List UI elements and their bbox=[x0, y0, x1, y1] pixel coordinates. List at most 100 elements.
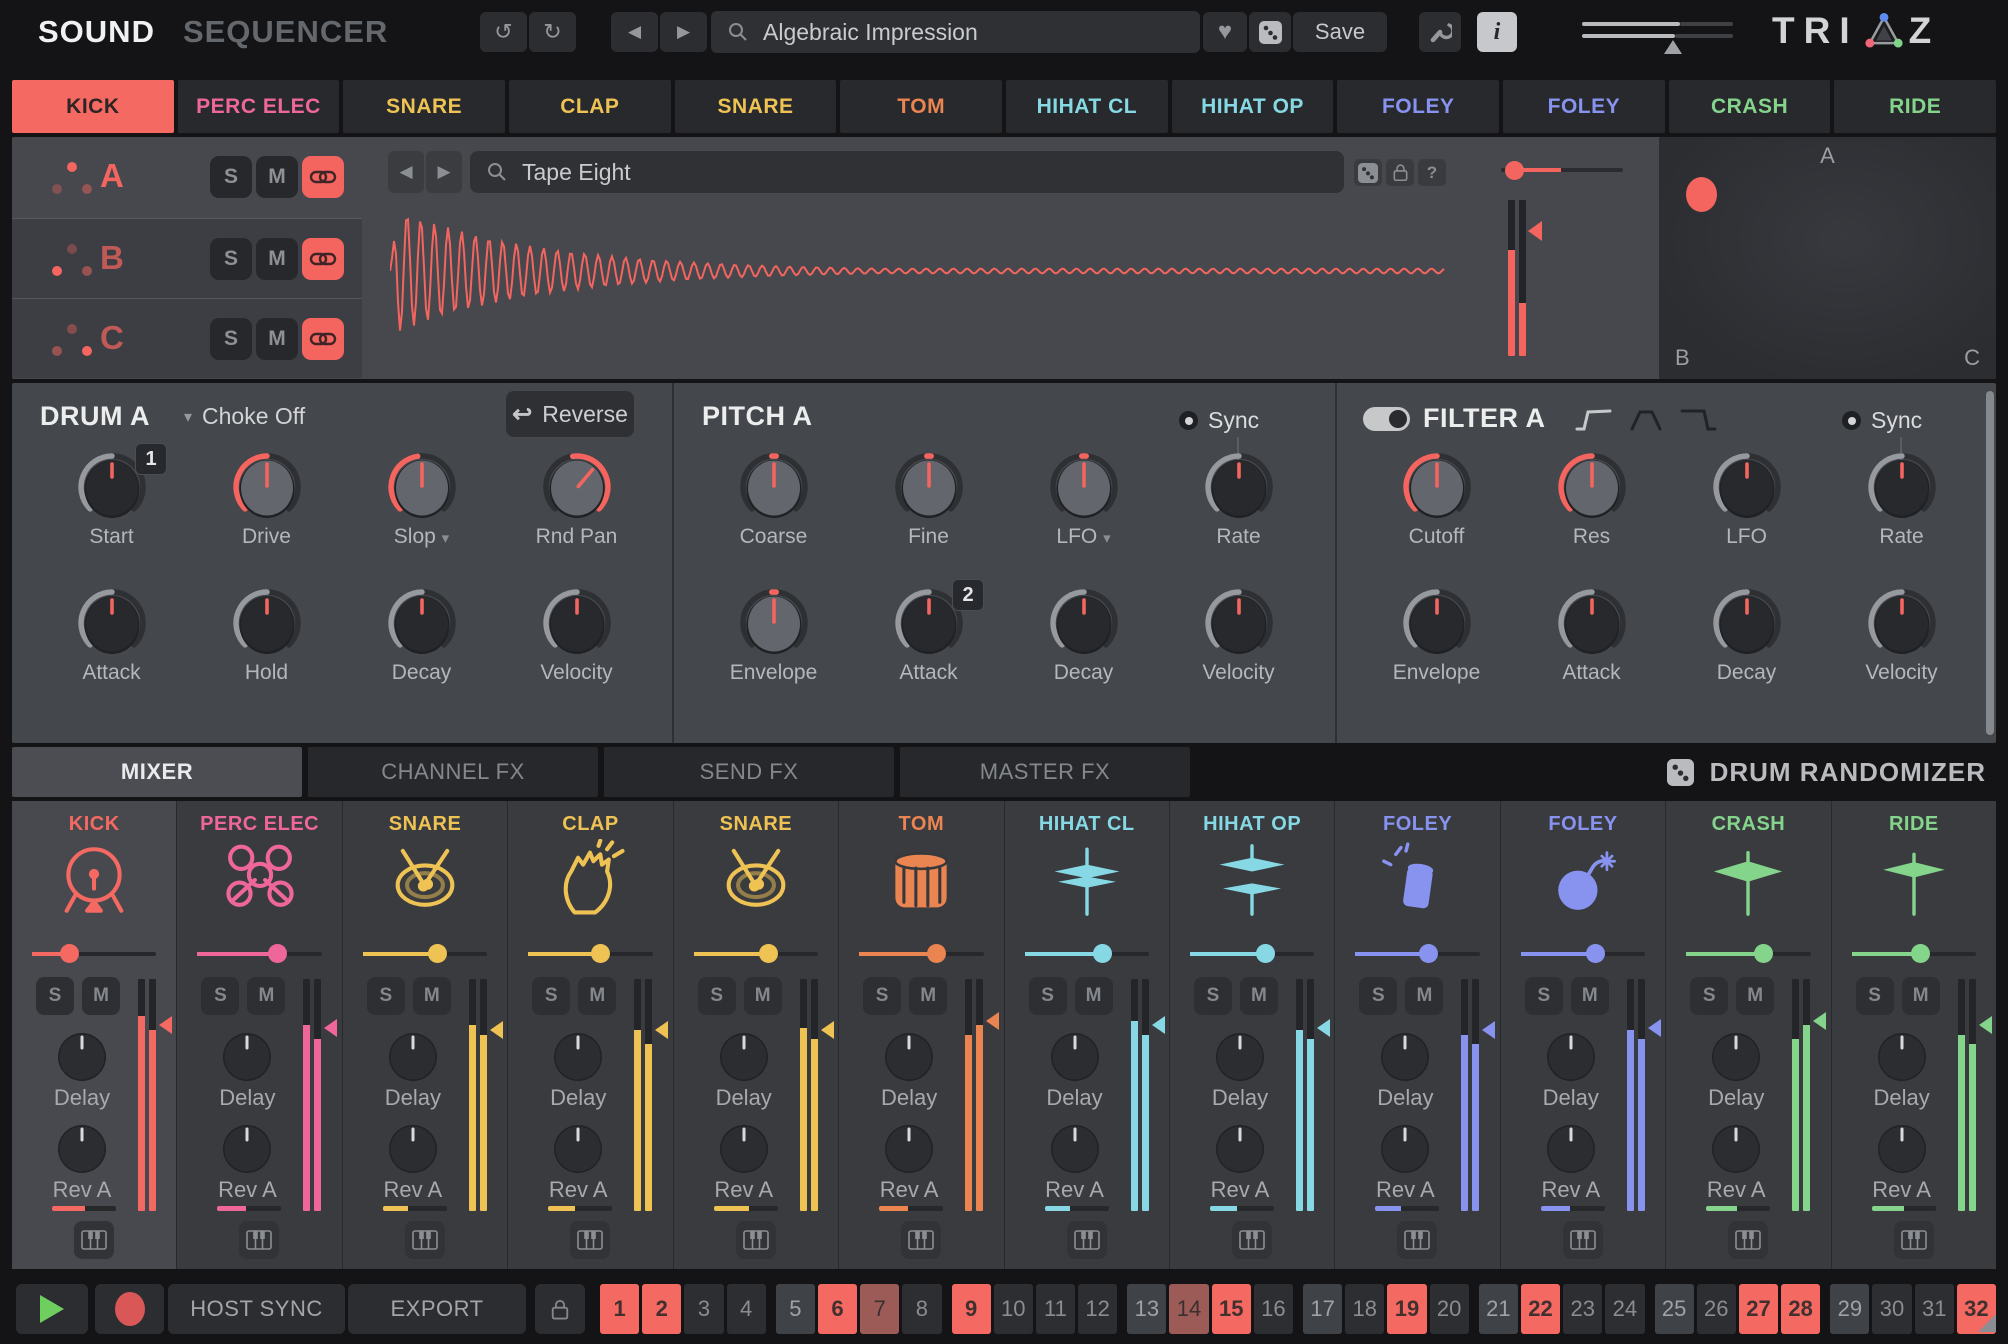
knob-lfo[interactable]: LFO ▾ bbox=[1006, 445, 1161, 579]
mixer-strip-snare-4[interactable]: SNARE S M Delay Rev A bbox=[674, 801, 839, 1269]
tab-master-fx[interactable]: MASTER FX bbox=[900, 747, 1190, 797]
step-22[interactable]: 22 bbox=[1521, 1284, 1560, 1334]
channel-keyboard-button[interactable] bbox=[239, 1221, 279, 1259]
channel-mute-button[interactable]: M bbox=[1736, 977, 1774, 1015]
info-button[interactable]: i bbox=[1477, 12, 1517, 52]
sample-prev-button[interactable]: ◀ bbox=[388, 151, 424, 193]
layer-C-mute-button[interactable]: M bbox=[256, 318, 298, 360]
step-26[interactable]: 26 bbox=[1697, 1284, 1736, 1334]
channel-solo-button[interactable]: S bbox=[367, 977, 405, 1015]
channel-volume-slider[interactable] bbox=[197, 944, 321, 963]
layer-B-solo-button[interactable]: S bbox=[210, 238, 252, 280]
sample-search-input[interactable] bbox=[520, 158, 1253, 187]
knob-velocity[interactable]: Velocity bbox=[1161, 581, 1316, 715]
step-17[interactable]: 17 bbox=[1303, 1284, 1342, 1334]
meter-marker[interactable] bbox=[159, 1016, 172, 1034]
channel-keyboard-button[interactable] bbox=[1563, 1221, 1603, 1259]
drum-randomizer-button[interactable]: DRUM RANDOMIZER bbox=[1667, 747, 1986, 797]
channel-keyboard-button[interactable] bbox=[570, 1221, 610, 1259]
layer-blend-xy-pad[interactable]: A B C bbox=[1659, 137, 1996, 379]
channel-keyboard-button[interactable] bbox=[1894, 1221, 1934, 1259]
play-button[interactable] bbox=[16, 1284, 88, 1334]
step-1[interactable]: 1 bbox=[600, 1284, 639, 1334]
channel-delay-knob[interactable] bbox=[718, 1031, 770, 1088]
preset-prev-button[interactable]: ◀ bbox=[611, 12, 658, 52]
layer-row-B[interactable]: B S M bbox=[12, 218, 362, 298]
knob-start[interactable]: 1 Start bbox=[34, 445, 189, 579]
slider-handle[interactable] bbox=[1754, 944, 1773, 963]
slider-handle[interactable] bbox=[927, 944, 946, 963]
channel-keyboard-button[interactable] bbox=[1232, 1221, 1272, 1259]
reverse-button[interactable]: ↩Reverse bbox=[506, 391, 634, 437]
channel-solo-button[interactable]: S bbox=[1690, 977, 1728, 1015]
xy-pad-handle[interactable] bbox=[1686, 177, 1717, 212]
step-16[interactable]: 16 bbox=[1254, 1284, 1293, 1334]
randomize-preset-button[interactable] bbox=[1249, 12, 1291, 52]
knob-attack[interactable]: Attack bbox=[34, 581, 189, 715]
knob-velocity[interactable]: Velocity bbox=[499, 581, 654, 715]
preset-search-input[interactable] bbox=[761, 18, 1167, 47]
channel-keyboard-button[interactable] bbox=[1728, 1221, 1768, 1259]
channel-volume-slider[interactable] bbox=[859, 944, 983, 963]
mixer-strip-perc-elec-1[interactable]: PERC ELEC S M Delay Rev A bbox=[177, 801, 342, 1269]
channel-solo-button[interactable]: S bbox=[698, 977, 736, 1015]
track-tab-clap-3[interactable]: CLAP bbox=[509, 80, 671, 133]
slider-handle[interactable] bbox=[759, 944, 778, 963]
track-tab-hihat-cl-6[interactable]: HIHAT CL bbox=[1006, 80, 1168, 133]
channel-volume-slider[interactable] bbox=[694, 944, 818, 963]
knob-envelope[interactable]: Envelope bbox=[1359, 581, 1514, 715]
meter-marker[interactable] bbox=[1528, 221, 1542, 241]
channel-delay-knob[interactable] bbox=[883, 1031, 935, 1088]
channel-solo-button[interactable]: S bbox=[1525, 977, 1563, 1015]
record-button[interactable] bbox=[95, 1284, 164, 1334]
mixer-strip-hihat-op-7[interactable]: HIHAT OP S M Delay Rev A bbox=[1170, 801, 1335, 1269]
track-tab-tom-5[interactable]: TOM bbox=[840, 80, 1002, 133]
controls-scrollbar[interactable] bbox=[1986, 391, 1994, 735]
step-15[interactable]: 15 bbox=[1212, 1284, 1251, 1334]
mixer-strip-kick-0[interactable]: KICK S M Delay Rev A bbox=[12, 801, 177, 1269]
layer-C-link-button[interactable] bbox=[302, 318, 344, 360]
highpass-icon[interactable] bbox=[1574, 407, 1614, 433]
track-tab-snare-2[interactable]: SNARE bbox=[343, 80, 505, 133]
step-9[interactable]: 9 bbox=[952, 1284, 991, 1334]
favorite-button[interactable]: ♥ bbox=[1203, 12, 1247, 52]
knob-drive[interactable]: Drive bbox=[189, 445, 344, 579]
channel-delay-knob[interactable] bbox=[56, 1031, 108, 1088]
channel-keyboard-button[interactable] bbox=[1067, 1221, 1107, 1259]
knob-decay[interactable]: Decay bbox=[344, 581, 499, 715]
knob-hold[interactable]: Hold bbox=[189, 581, 344, 715]
channel-mute-button[interactable]: M bbox=[909, 977, 947, 1015]
knob-rate[interactable]: Rate bbox=[1824, 445, 1979, 579]
channel-solo-button[interactable]: S bbox=[201, 977, 239, 1015]
channel-reverb-knob[interactable] bbox=[1214, 1123, 1266, 1180]
channel-mute-button[interactable]: M bbox=[1902, 977, 1940, 1015]
channel-reverb-knob[interactable] bbox=[387, 1123, 439, 1180]
channel-volume-slider[interactable] bbox=[1190, 944, 1314, 963]
channel-mute-button[interactable]: M bbox=[413, 977, 451, 1015]
layer-row-A[interactable]: A S M bbox=[12, 137, 362, 217]
filter-enable-toggle[interactable] bbox=[1363, 407, 1410, 431]
knob-cutoff[interactable]: Cutoff bbox=[1359, 445, 1514, 579]
sample-random-button[interactable] bbox=[1354, 159, 1382, 186]
tab-channel-fx[interactable]: CHANNEL FX bbox=[308, 747, 598, 797]
step-14[interactable]: 14 bbox=[1169, 1284, 1208, 1334]
slider-handle[interactable] bbox=[268, 944, 287, 963]
track-tab-foley-9[interactable]: FOLEY bbox=[1503, 80, 1665, 133]
step-21[interactable]: 21 bbox=[1479, 1284, 1518, 1334]
slider-handle[interactable] bbox=[1093, 944, 1112, 963]
channel-delay-knob[interactable] bbox=[1214, 1031, 1266, 1088]
track-tab-foley-8[interactable]: FOLEY bbox=[1337, 80, 1499, 133]
knob-res[interactable]: Res bbox=[1514, 445, 1669, 579]
step-24[interactable]: 24 bbox=[1605, 1284, 1644, 1334]
preset-search[interactable] bbox=[711, 11, 1200, 53]
meter-marker[interactable] bbox=[655, 1021, 668, 1039]
channel-volume-slider[interactable] bbox=[1521, 944, 1645, 963]
knob-rnd-pan[interactable]: Rnd Pan bbox=[499, 445, 654, 579]
channel-delay-knob[interactable] bbox=[1379, 1031, 1431, 1088]
tab-sequencer[interactable]: SEQUENCER bbox=[183, 14, 388, 50]
slider-handle[interactable] bbox=[1419, 944, 1438, 963]
mixer-strip-crash-10[interactable]: CRASH S M Delay Rev A bbox=[1666, 801, 1831, 1269]
output-gain-slider[interactable] bbox=[1582, 18, 1733, 48]
step-23[interactable]: 23 bbox=[1563, 1284, 1602, 1334]
channel-volume-slider[interactable] bbox=[363, 944, 487, 963]
